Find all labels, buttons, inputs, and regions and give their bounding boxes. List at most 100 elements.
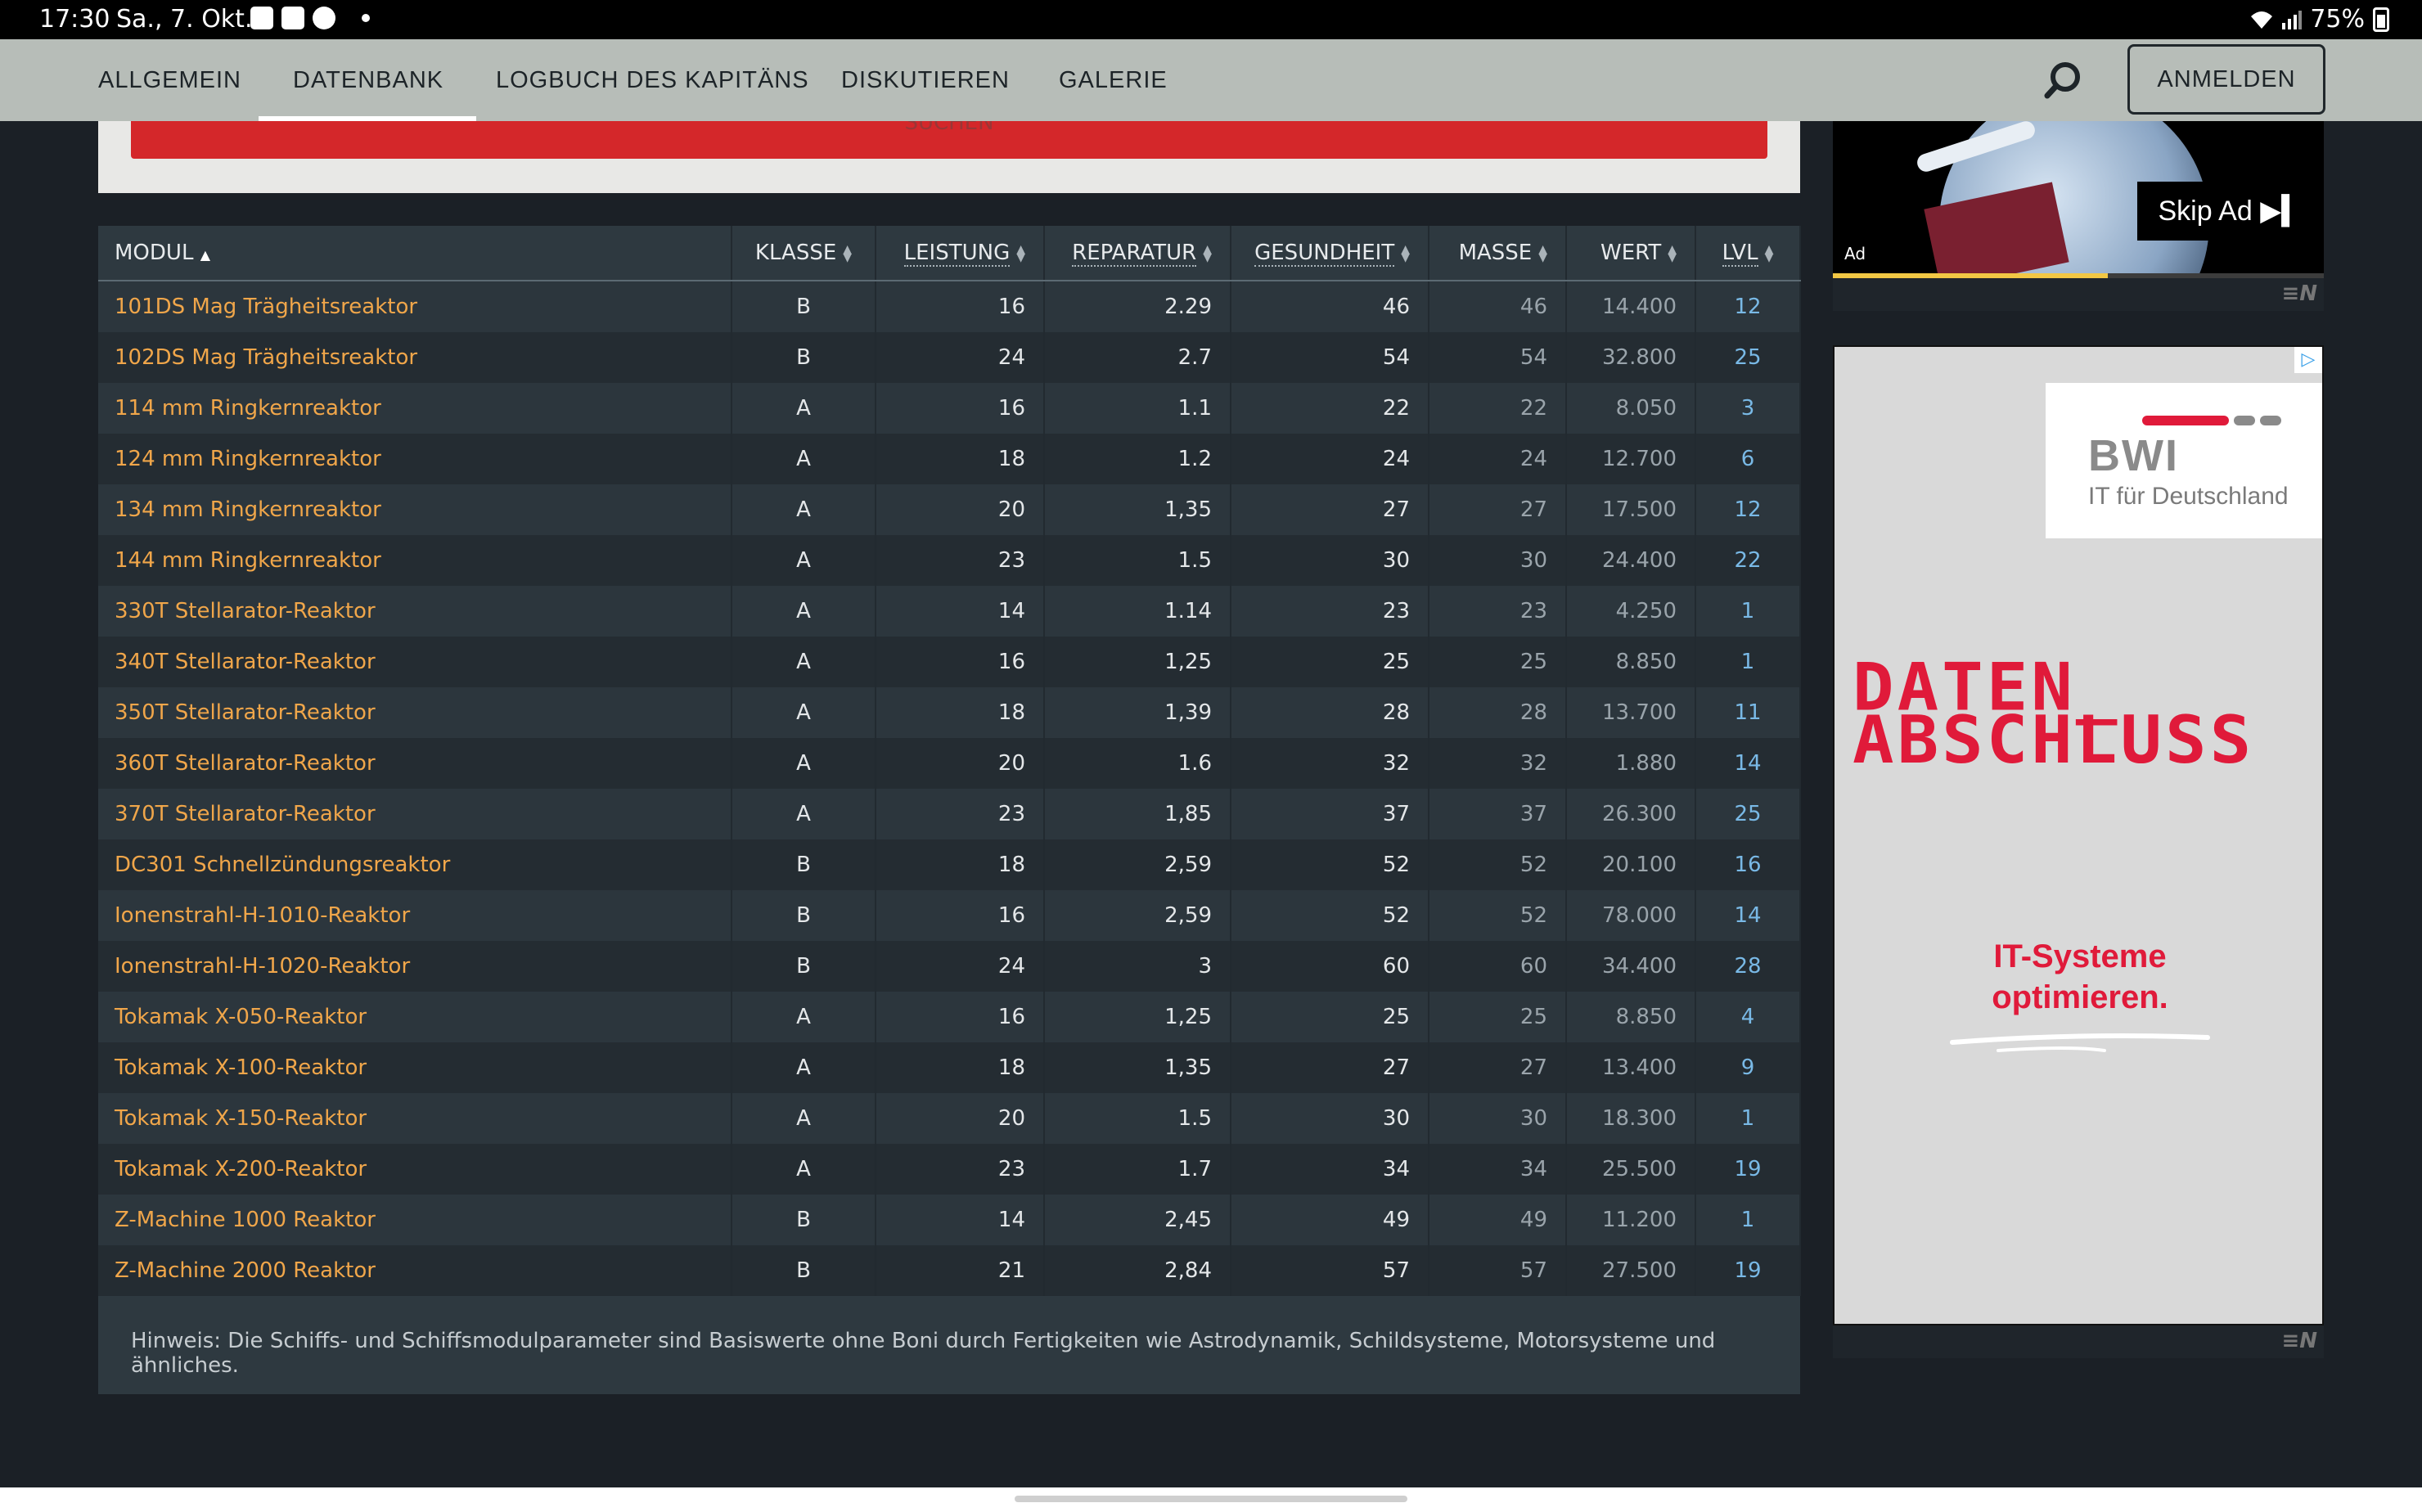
module-name-link[interactable]: Z-Machine 2000 Reaktor <box>98 1245 732 1296</box>
ad-footer-strip: ≡N <box>1833 278 2324 311</box>
search-submit-button[interactable]: SUCHEN <box>131 121 1767 159</box>
cell-masse: 24 <box>1429 434 1567 484</box>
module-name-link[interactable]: 350T Stellarator-Reaktor <box>98 687 732 738</box>
table-row[interactable]: 330T Stellarator-Reaktor A 14 1.14 23 23 4.250… <box>98 586 1801 637</box>
table-row[interactable]: Tokamak X-050-Reaktor A 16 1,25 25 25 8.850 4 <box>98 992 1801 1042</box>
table-row[interactable]: 360T Stellarator-Reaktor A 20 1.6 32 32 1.880 1… <box>98 738 1801 789</box>
status-bar: 17:30 Sa., 7. Okt. 75% <box>0 0 2422 39</box>
table-row[interactable]: 102DS Mag Trägheitsreaktor B 24 2.7 54 54 32.8… <box>98 332 1801 383</box>
module-name-link[interactable]: Tokamak X-100-Reaktor <box>98 1042 732 1093</box>
module-name-link[interactable]: 360T Stellarator-Reaktor <box>98 738 732 789</box>
module-name-link[interactable]: 144 mm Ringkernreaktor <box>98 535 732 586</box>
cell-gesundheit: 54 <box>1231 332 1429 383</box>
module-name-link[interactable]: Tokamak X-200-Reaktor <box>98 1144 732 1195</box>
table-row[interactable]: 124 mm Ringkernreaktor A 18 1.2 24 24 12.700 6 <box>98 434 1801 484</box>
cell-wert: 11.200 <box>1566 1195 1696 1245</box>
sort-icon: ▲ ▼ <box>1016 242 1025 264</box>
table-row[interactable]: Tokamak X-150-Reaktor A 20 1.5 30 30 18.300 1 <box>98 1093 1801 1144</box>
module-name-link[interactable]: Z-Machine 1000 Reaktor <box>98 1195 732 1245</box>
top-navigation: ALLGEMEIN DATENBANK LOGBUCH DES KAPITÄNS… <box>0 39 2422 121</box>
table-row[interactable]: Z-Machine 1000 Reaktor B 14 2,45 49 49 11.200 1 <box>98 1195 1801 1245</box>
column-header-reparatur[interactable]: REPARATUR ▲ ▼ <box>1044 226 1231 281</box>
tab-diskutieren[interactable]: DISKUTIEREN <box>841 39 1010 121</box>
tab-logbuch[interactable]: LOGBUCH DES KAPITÄNS <box>496 39 809 121</box>
home-indicator[interactable] <box>1015 1496 1407 1502</box>
module-name-link[interactable]: Tokamak X-050-Reaktor <box>98 992 732 1042</box>
table-row[interactable]: 144 mm Ringkernreaktor A 23 1.5 30 30 24.400 22 <box>98 535 1801 586</box>
bwi-logo: BWI <box>2088 431 2179 480</box>
module-name-link[interactable]: 370T Stellarator-Reaktor <box>98 789 732 839</box>
module-name-link[interactable]: Ionenstrahl-H-1020-Reaktor <box>98 941 732 992</box>
cell-wert: 8.050 <box>1566 383 1696 434</box>
cell-leistung: 16 <box>876 383 1045 434</box>
table-row[interactable]: Ionenstrahl-H-1010-Reaktor B 16 2,59 52 52 78.… <box>98 890 1801 941</box>
module-name-link[interactable]: Tokamak X-150-Reaktor <box>98 1093 732 1144</box>
login-button[interactable]: ANMELDEN <box>2127 44 2325 115</box>
adchoices-icon[interactable]: ▷ <box>2294 347 2322 373</box>
module-name-link[interactable]: 102DS Mag Trägheitsreaktor <box>98 332 732 383</box>
column-header-masse[interactable]: MASSE ▲ ▼ <box>1429 226 1567 281</box>
module-name-link[interactable]: 114 mm Ringkernreaktor <box>98 383 732 434</box>
cell-gesundheit: 37 <box>1231 789 1429 839</box>
module-name-link[interactable]: 330T Stellarator-Reaktor <box>98 586 732 637</box>
cell-gesundheit: 34 <box>1231 1144 1429 1195</box>
table-row[interactable]: Tokamak X-200-Reaktor A 23 1.7 34 34 25.500 19 <box>98 1144 1801 1195</box>
cell-lvl: 14 <box>1695 890 1801 941</box>
cell-reparatur: 2.29 <box>1044 281 1231 332</box>
cell-leistung: 16 <box>876 992 1045 1042</box>
cell-gesundheit: 27 <box>1231 484 1429 535</box>
table-row[interactable]: 134 mm Ringkernreaktor A 20 1,35 27 27 17.500 1… <box>98 484 1801 535</box>
cell-reparatur: 1,25 <box>1044 637 1231 687</box>
cell-leistung: 20 <box>876 738 1045 789</box>
column-header-lvl[interactable]: LVL ▲ ▼ <box>1695 226 1801 281</box>
column-header-leistung[interactable]: LEISTUNG ▲ ▼ <box>876 226 1045 281</box>
search-submit-label: SUCHEN <box>904 121 994 135</box>
table-row[interactable]: Z-Machine 2000 Reaktor B 21 2,84 57 57 27.500 1… <box>98 1245 1801 1296</box>
table-row[interactable]: 350T Stellarator-Reaktor A 18 1,39 28 28 13.70… <box>98 687 1801 738</box>
cell-gesundheit: 28 <box>1231 687 1429 738</box>
cell-lvl: 25 <box>1695 332 1801 383</box>
bwi-logo-box: BWI IT für Deutschland <box>2046 383 2322 538</box>
table-row[interactable]: 340T Stellarator-Reaktor A 16 1,25 25 25 8.850… <box>98 637 1801 687</box>
cell-gesundheit: 32 <box>1231 738 1429 789</box>
cell-reparatur: 2,59 <box>1044 890 1231 941</box>
cell-reparatur: 1.5 <box>1044 535 1231 586</box>
tab-datenbank[interactable]: DATENBANK <box>258 39 477 121</box>
cell-wert: 14.400 <box>1566 281 1696 332</box>
column-header-gesundheit[interactable]: GESUNDHEIT ▲ ▼ <box>1231 226 1429 281</box>
module-name-link[interactable]: 134 mm Ringkernreaktor <box>98 484 732 535</box>
column-header-klasse[interactable]: KLASSE ▲ ▼ <box>732 226 876 281</box>
cell-leistung: 20 <box>876 1093 1045 1144</box>
tab-galerie[interactable]: GALERIE <box>1059 39 1168 121</box>
cell-leistung: 16 <box>876 637 1045 687</box>
skip-icon: ▶▍ <box>2260 196 2303 227</box>
cell-klasse: B <box>732 890 876 941</box>
search-icon[interactable] <box>2042 59 2085 101</box>
cell-klasse: A <box>732 637 876 687</box>
table-row[interactable]: 101DS Mag Trägheitsreaktor B 16 2.29 46 46 14.… <box>98 281 1801 332</box>
wifi-icon <box>2251 11 2273 29</box>
table-row[interactable]: 114 mm Ringkernreaktor A 16 1.1 22 22 8.050 3 <box>98 383 1801 434</box>
cell-wert: 13.700 <box>1566 687 1696 738</box>
status-right: 75% <box>2249 5 2389 34</box>
module-name-link[interactable]: Ionenstrahl-H-1010-Reaktor <box>98 890 732 941</box>
column-header-modul[interactable]: MODUL ▲ <box>98 226 732 281</box>
module-name-link[interactable]: 101DS Mag Trägheitsreaktor <box>98 281 732 332</box>
cell-wert: 13.400 <box>1566 1042 1696 1093</box>
cell-reparatur: 1.5 <box>1044 1093 1231 1144</box>
table-row[interactable]: Tokamak X-100-Reaktor A 18 1,35 27 27 13.400 9 <box>98 1042 1801 1093</box>
table-row[interactable]: Ionenstrahl-H-1020-Reaktor B 24 3 60 60 34.400… <box>98 941 1801 992</box>
cell-lvl: 1 <box>1695 1195 1801 1245</box>
skip-ad-button[interactable]: Skip Ad ▶▍ <box>2137 182 2324 241</box>
module-name-link[interactable]: DC301 Schnellzündungsreaktor <box>98 839 732 890</box>
cell-klasse: B <box>732 1195 876 1245</box>
tab-allgemein[interactable]: ALLGEMEIN <box>98 39 241 121</box>
cell-leistung: 14 <box>876 586 1045 637</box>
table-row[interactable]: 370T Stellarator-Reaktor A 23 1,85 37 37 26.30… <box>98 789 1801 839</box>
battery-icon <box>2373 7 2389 32</box>
column-header-wert[interactable]: WERT ▲ ▼ <box>1566 226 1696 281</box>
banner-ad[interactable]: ▷ BWI IT für Deutschland DATEN_ ABSCHLUS… <box>1833 345 2324 1325</box>
table-row[interactable]: DC301 Schnellzündungsreaktor B 18 2,59 52 52 2… <box>98 839 1801 890</box>
module-name-link[interactable]: 124 mm Ringkernreaktor <box>98 434 732 484</box>
module-name-link[interactable]: 340T Stellarator-Reaktor <box>98 637 732 687</box>
